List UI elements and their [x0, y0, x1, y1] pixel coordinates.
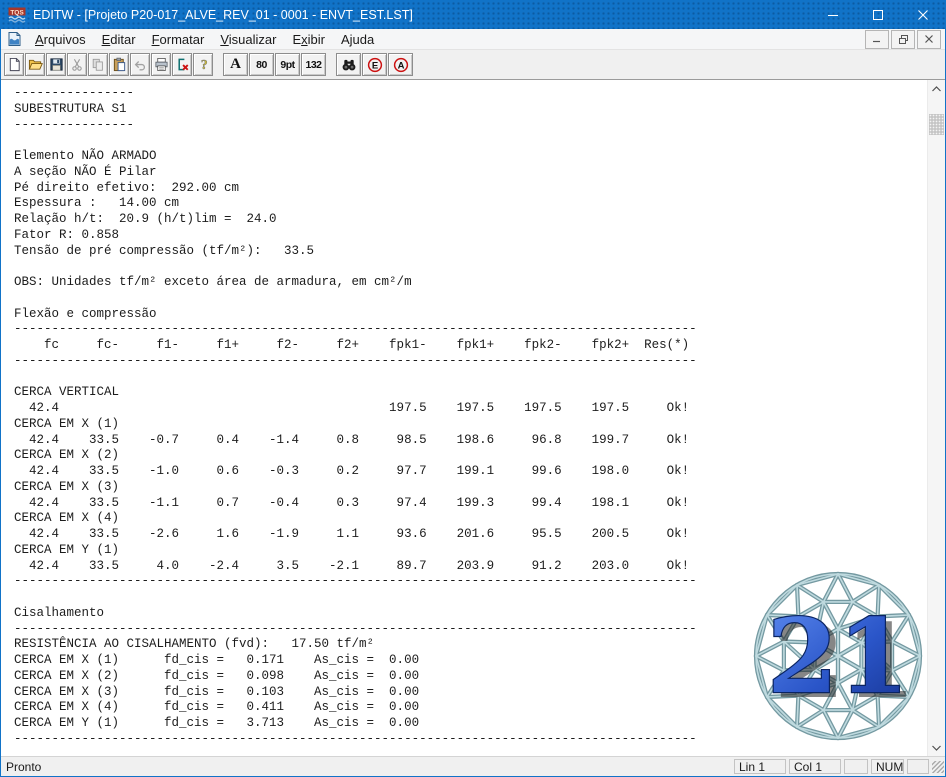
document-area: ---------------- SUBESTRUTURA S1 -------… — [1, 80, 945, 756]
font-9pt-button[interactable]: 9pt — [275, 53, 300, 76]
minimize-button[interactable] — [810, 1, 855, 29]
menu-item-arquivos[interactable]: Arquivos — [27, 31, 94, 48]
mdi-restore-button[interactable] — [891, 29, 915, 49]
empty-pane-1 — [844, 759, 868, 774]
svg-text:E: E — [371, 60, 377, 71]
close-file-icon — [175, 57, 190, 72]
document-wave-icon — [6, 31, 23, 47]
undo-icon — [133, 58, 147, 72]
marker-e-button[interactable]: E — [362, 53, 387, 76]
close-icon — [917, 10, 928, 20]
scroll-up-icon[interactable] — [928, 80, 945, 97]
menu-item-ajuda[interactable]: Ajuda — [333, 31, 382, 48]
status-message: Pronto — [6, 759, 42, 774]
cut-icon — [70, 58, 84, 72]
mdi-restore-icon — [898, 34, 908, 44]
close-file-button[interactable] — [172, 53, 192, 76]
circle-a-icon: A — [393, 57, 409, 73]
menu-item-exibir[interactable]: Exibir — [284, 31, 333, 48]
empty-pane-2 — [907, 759, 929, 774]
tqs-v21-logo: 2121 — [753, 571, 923, 741]
columns-132-button[interactable]: 132 — [301, 53, 326, 76]
tqs-app-icon: TQS — [8, 7, 26, 23]
circle-e-icon: E — [367, 57, 383, 73]
status-bar: Pronto Lin 1 Col 1 NUM — [1, 756, 945, 776]
mdi-window-controls — [863, 29, 941, 49]
menu-item-visualizar[interactable]: Visualizar — [212, 31, 284, 48]
columns-132-label: 132 — [305, 58, 322, 71]
mdi-close-icon — [925, 35, 933, 43]
cut-button — [67, 53, 87, 76]
paste-icon — [112, 57, 127, 72]
open-folder-icon — [28, 57, 43, 72]
svg-text:TQS: TQS — [10, 9, 24, 16]
toolbar: ? A 80 9pt 132 E A — [1, 50, 945, 80]
line-indicator: Lin 1 — [734, 759, 786, 774]
mdi-minimize-button[interactable] — [865, 29, 889, 49]
undo-button — [130, 53, 150, 76]
print-icon — [154, 57, 169, 72]
print-button[interactable] — [151, 53, 171, 76]
find-button[interactable] — [336, 53, 361, 76]
scrollbar-thumb[interactable] — [929, 114, 944, 135]
close-button[interactable] — [900, 1, 945, 29]
copy-button — [88, 53, 108, 76]
mdi-minimize-icon — [873, 40, 880, 43]
svg-text:A: A — [397, 60, 404, 71]
save-button[interactable] — [46, 53, 66, 76]
column-indicator: Col 1 — [789, 759, 841, 774]
find-icon — [341, 57, 357, 72]
num-lock-indicator: NUM — [871, 759, 904, 774]
window-title: EDITW - [Projeto P20-017_ALVE_REV_01 - 0… — [33, 8, 413, 22]
help-icon: ? — [196, 57, 211, 72]
columns-80-label: 80 — [256, 58, 267, 71]
open-button[interactable] — [25, 53, 45, 76]
marker-a-button[interactable]: A — [388, 53, 413, 76]
font-button[interactable]: A — [223, 53, 248, 76]
help-button[interactable]: ? — [193, 53, 213, 76]
save-icon — [49, 57, 64, 72]
maximize-icon — [872, 10, 883, 20]
menu-item-formatar[interactable]: Formatar — [144, 31, 213, 48]
copy-icon — [91, 58, 105, 72]
scroll-down-icon[interactable] — [928, 739, 945, 756]
new-file-icon — [7, 57, 22, 72]
menu-item-editar[interactable]: Editar — [94, 31, 144, 48]
resize-grip[interactable] — [932, 761, 944, 773]
new-button[interactable] — [4, 53, 24, 76]
menu-bar: Arquivos Editar Formatar Visualizar Exibir Aj… — [1, 29, 945, 50]
paste-button[interactable] — [109, 53, 129, 76]
logo-21-text: 21 — [767, 597, 909, 717]
title-bar: TQS EDITW - [Projeto P20-017_ALVE_REV_01… — [1, 1, 945, 29]
columns-80-button[interactable]: 80 — [249, 53, 274, 76]
svg-text:?: ? — [200, 57, 207, 72]
vertical-scrollbar[interactable] — [927, 80, 945, 756]
font-label: A — [230, 56, 241, 72]
font-9pt-label: 9pt — [280, 58, 295, 71]
maximize-button[interactable] — [855, 1, 900, 29]
mdi-close-button[interactable] — [917, 29, 941, 49]
editw-window: TQS EDITW - [Projeto P20-017_ALVE_REV_01… — [0, 0, 946, 777]
